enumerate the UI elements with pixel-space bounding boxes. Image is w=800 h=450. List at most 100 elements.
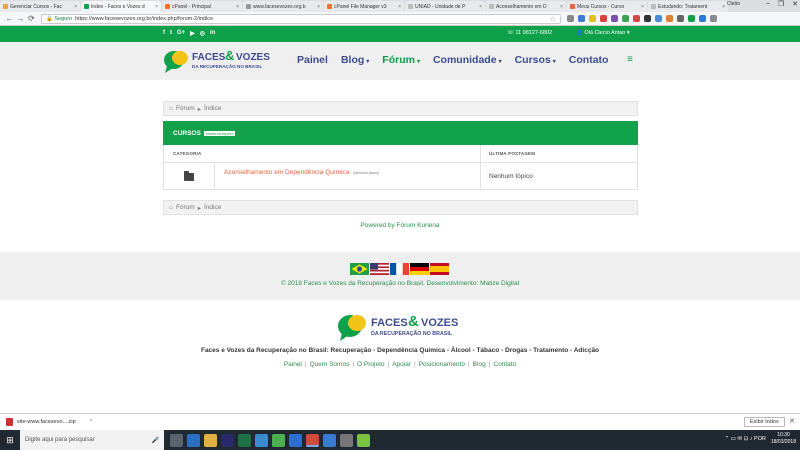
footer-link[interactable]: Quem Somos: [310, 361, 350, 368]
extension-icon[interactable]: [589, 15, 596, 22]
explorer-icon[interactable]: [204, 433, 217, 447]
microphone-icon[interactable]: 🎤: [152, 437, 159, 444]
user-greeting[interactable]: 👤 Olá Clecio Antao ▾: [576, 30, 630, 36]
extension-icon[interactable]: [622, 15, 629, 22]
extension-icon[interactable]: [710, 15, 717, 22]
edge-icon[interactable]: [187, 433, 200, 447]
social-icon[interactable]: ◎: [200, 30, 205, 37]
app-box-icon[interactable]: [255, 433, 268, 447]
secure-indicator[interactable]: 🔒 Seguro: [46, 16, 72, 22]
site-logo[interactable]: FACES & VOZES DA RECUPERAÇÃO NO BRASIL: [163, 48, 273, 74]
extension-icon[interactable]: [600, 15, 607, 22]
home-icon[interactable]: ⌂: [169, 204, 173, 211]
tab-title[interactable]: Gerenciar Cursos - Fac: [10, 4, 72, 10]
social-icon[interactable]: t: [170, 30, 172, 37]
browser-user[interactable]: Cleão: [727, 1, 740, 7]
app-green-icon[interactable]: [272, 433, 285, 447]
extension-icon[interactable]: [567, 15, 574, 22]
extension-icon[interactable]: [677, 15, 684, 22]
tab-title[interactable]: Index - Faces e Vozes d: [91, 4, 153, 10]
extension-icon[interactable]: [666, 15, 673, 22]
footer-link[interactable]: Painel: [284, 361, 302, 368]
extension-icon[interactable]: [699, 15, 706, 22]
chrome-icon[interactable]: [306, 433, 319, 447]
flag-germany-icon[interactable]: [410, 263, 429, 275]
tab-title[interactable]: www.facesevozes.org.b: [253, 4, 315, 10]
breadcrumb-current[interactable]: Índice: [204, 105, 221, 112]
browser-tab[interactable]: cPanel File Manager v3 ×: [324, 1, 404, 12]
extension-icon[interactable]: [644, 15, 651, 22]
browser-tab[interactable]: Meus Cursos - Curso ×: [567, 1, 647, 12]
nav-item-label[interactable]: Cursos: [515, 54, 551, 66]
extension-icon[interactable]: [688, 15, 695, 22]
tab-title[interactable]: Meus Cursos - Curso: [577, 4, 639, 10]
paint-icon[interactable]: [323, 433, 336, 447]
tab-close-icon[interactable]: ×: [236, 4, 239, 10]
nav-item[interactable]: Cursos ▾: [515, 54, 556, 66]
browser-tab[interactable]: Aconselhamento em D ×: [486, 1, 566, 12]
forward-button[interactable]: →: [15, 14, 26, 23]
flag-spain-icon[interactable]: [430, 263, 449, 275]
footer-link[interactable]: Apoiar: [392, 361, 411, 368]
utorrent-icon[interactable]: [357, 433, 370, 447]
tab-close-icon[interactable]: ×: [155, 4, 158, 10]
nav-item[interactable]: Comunidade ▾: [433, 54, 502, 66]
maximize-button[interactable]: ❐: [778, 0, 784, 8]
extension-icon[interactable]: [633, 15, 640, 22]
flag-brazil-icon[interactable]: [350, 263, 369, 275]
bookmark-star-icon[interactable]: ☆: [550, 15, 556, 23]
footer-link[interactable]: O Projeto: [357, 361, 384, 368]
clock[interactable]: 10:30 18/03/2018: [771, 432, 796, 446]
app-blue-icon[interactable]: [289, 433, 302, 447]
nav-item[interactable]: Painel: [297, 54, 328, 66]
browser-tab[interactable]: www.facesevozes.org.b ×: [243, 1, 323, 12]
nav-item-label[interactable]: Comunidade: [433, 54, 497, 66]
tab-title[interactable]: Aconselhamento em D: [496, 4, 558, 10]
powered-by[interactable]: Powered by Fórum Kunena: [0, 222, 800, 229]
start-button[interactable]: ⊞: [0, 430, 20, 450]
home-icon[interactable]: ⌂: [169, 105, 173, 112]
footer-link[interactable]: Posicionamento: [419, 361, 465, 368]
breadcrumb-forum-link[interactable]: Fórum: [176, 204, 195, 211]
browser-tab[interactable]: Estudando: Tratament ×: [648, 1, 728, 12]
premiere-icon[interactable]: [221, 433, 234, 447]
show-all-downloads-button[interactable]: Exibir todos: [744, 417, 785, 427]
tab-close-icon[interactable]: ×: [479, 4, 482, 10]
nav-item-label[interactable]: Fórum: [382, 54, 415, 66]
extension-icon[interactable]: [578, 15, 585, 22]
download-options-caret-icon[interactable]: ^: [90, 419, 92, 425]
tab-close-icon[interactable]: ×: [560, 4, 563, 10]
social-icon[interactable]: in: [210, 30, 215, 37]
taskbar-search[interactable]: Digite aqui para pesquisar 🎤: [20, 430, 164, 450]
nav-item-label[interactable]: Blog: [341, 54, 364, 66]
tab-title[interactable]: Estudando: Tratament: [658, 4, 720, 10]
minimize-button[interactable]: –: [766, 0, 770, 8]
hamburger-menu-icon[interactable]: ≡: [627, 54, 633, 65]
nav-item[interactable]: Blog ▾: [341, 54, 369, 66]
nav-item-label[interactable]: Contato: [569, 54, 609, 66]
footer-link[interactable]: Blog: [473, 361, 486, 368]
flag-usa-icon[interactable]: [370, 263, 389, 275]
developer-link[interactable]: Matize Digital: [480, 280, 519, 287]
taskbar-search-placeholder[interactable]: Digite aqui para pesquisar: [25, 437, 95, 443]
extension-icon[interactable]: [655, 15, 662, 22]
nav-item[interactable]: Contato: [569, 54, 609, 66]
category-link[interactable]: Aconselhamento em Dependência Química: [224, 169, 349, 176]
tab-close-icon[interactable]: ×: [398, 4, 401, 10]
back-button[interactable]: ←: [4, 14, 15, 23]
extension-icon[interactable]: [611, 15, 618, 22]
close-download-bar-icon[interactable]: ✕: [789, 417, 795, 425]
social-icon[interactable]: G+: [177, 30, 185, 37]
footer-link[interactable]: Contato: [493, 361, 516, 368]
browser-tab[interactable]: Index - Faces e Vozes d ×: [81, 1, 161, 12]
url-value[interactable]: https://www.facesevozes.org.br/index.php…: [75, 16, 213, 22]
tab-title[interactable]: cPanel - Principal: [172, 4, 234, 10]
tab-close-icon[interactable]: ×: [74, 4, 77, 10]
flag-france-icon[interactable]: [390, 263, 409, 275]
tab-title[interactable]: UNIAD - Unidade de P: [415, 4, 477, 10]
tray-icons[interactable]: ⌃ ▭ ✉ ⊡ ♪ POR: [725, 436, 766, 442]
task-view-icon[interactable]: [170, 433, 183, 447]
breadcrumb-forum-link[interactable]: Fórum: [176, 105, 195, 112]
reload-button[interactable]: ⟳: [26, 14, 37, 23]
url-field[interactable]: 🔒 Seguro https://www.facesevozes.org.br/…: [41, 13, 561, 24]
